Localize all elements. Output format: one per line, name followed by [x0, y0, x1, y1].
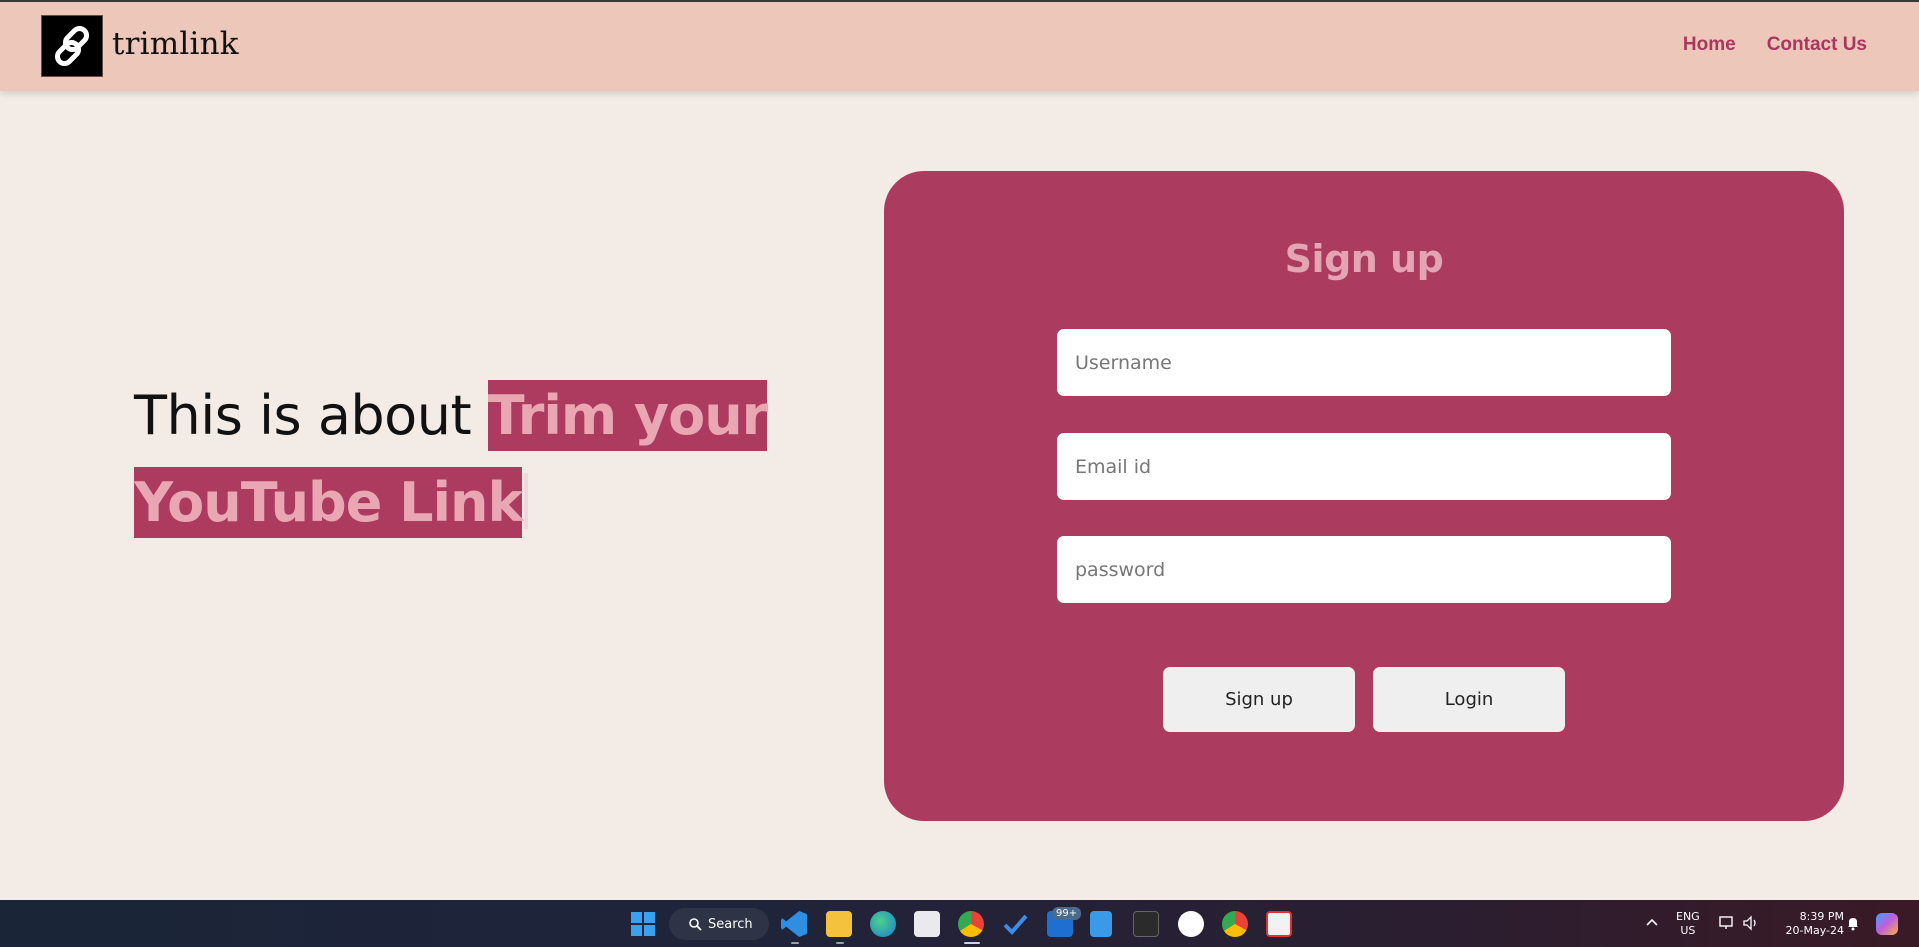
language-code: ENG — [1676, 910, 1700, 923]
edge-icon[interactable] — [870, 911, 896, 937]
chrome-profile-icon[interactable] — [1222, 911, 1248, 937]
chrome-icon[interactable] — [958, 911, 984, 937]
nav-home-link[interactable]: Home — [1683, 34, 1736, 56]
windows-start-icon[interactable] — [631, 912, 655, 936]
chevron-up-icon[interactable] — [1645, 917, 1659, 927]
notepad-icon[interactable] — [1090, 911, 1112, 937]
brand-name[interactable]: trimlink — [112, 26, 239, 62]
terminal-icon[interactable] — [1133, 911, 1159, 937]
hero-heading: This is about Trim your YouTube Link — [134, 372, 834, 546]
mongodb-icon[interactable] — [1178, 911, 1204, 937]
mail-count-badge: 99+ — [1052, 907, 1082, 920]
active-indicator — [964, 942, 980, 944]
todo-icon[interactable] — [1002, 911, 1028, 937]
signup-card: Sign up Sign up Login — [884, 171, 1844, 821]
hero-highlight-line2: YouTube Link — [134, 467, 523, 538]
clock-date: 20-May-24 — [1785, 924, 1844, 937]
link-logo-icon[interactable] — [41, 15, 103, 77]
file-explorer-icon[interactable] — [826, 911, 852, 937]
taskbar-search-label: Search — [708, 916, 753, 932]
taskbar-search-button[interactable]: Search — [669, 908, 769, 940]
notification-bell-icon[interactable] — [1846, 915, 1860, 931]
search-icon — [689, 917, 702, 931]
network-icon[interactable] — [1718, 915, 1736, 931]
site-header: trimlink Home Contact Us — [0, 2, 1919, 91]
login-button[interactable]: Login — [1373, 667, 1565, 732]
hero-highlight-line1: Trim your — [487, 380, 768, 451]
main-nav: Home Contact Us — [1683, 34, 1867, 56]
signup-title: Sign up — [1284, 237, 1444, 281]
typing-caret — [524, 473, 529, 529]
copilot-icon[interactable] — [1876, 913, 1898, 935]
password-input[interactable] — [1057, 536, 1671, 603]
nav-contact-link[interactable]: Contact Us — [1767, 34, 1867, 56]
email-input[interactable] — [1057, 433, 1671, 500]
username-input[interactable] — [1057, 329, 1671, 396]
region-code: US — [1680, 924, 1696, 937]
snipping-tool-icon[interactable] — [1266, 911, 1292, 937]
hero-plain-text: This is about — [134, 384, 488, 447]
language-indicator[interactable]: ENG US — [1676, 910, 1700, 938]
clock-time: 8:39 PM — [1799, 910, 1844, 923]
volume-icon[interactable] — [1742, 915, 1760, 931]
signup-button[interactable]: Sign up — [1163, 667, 1355, 732]
store-icon[interactable] — [914, 911, 940, 937]
running-indicator — [836, 942, 844, 944]
running-indicator — [791, 942, 799, 944]
clock[interactable]: 8:39 PM 20-May-24 — [1774, 910, 1844, 938]
